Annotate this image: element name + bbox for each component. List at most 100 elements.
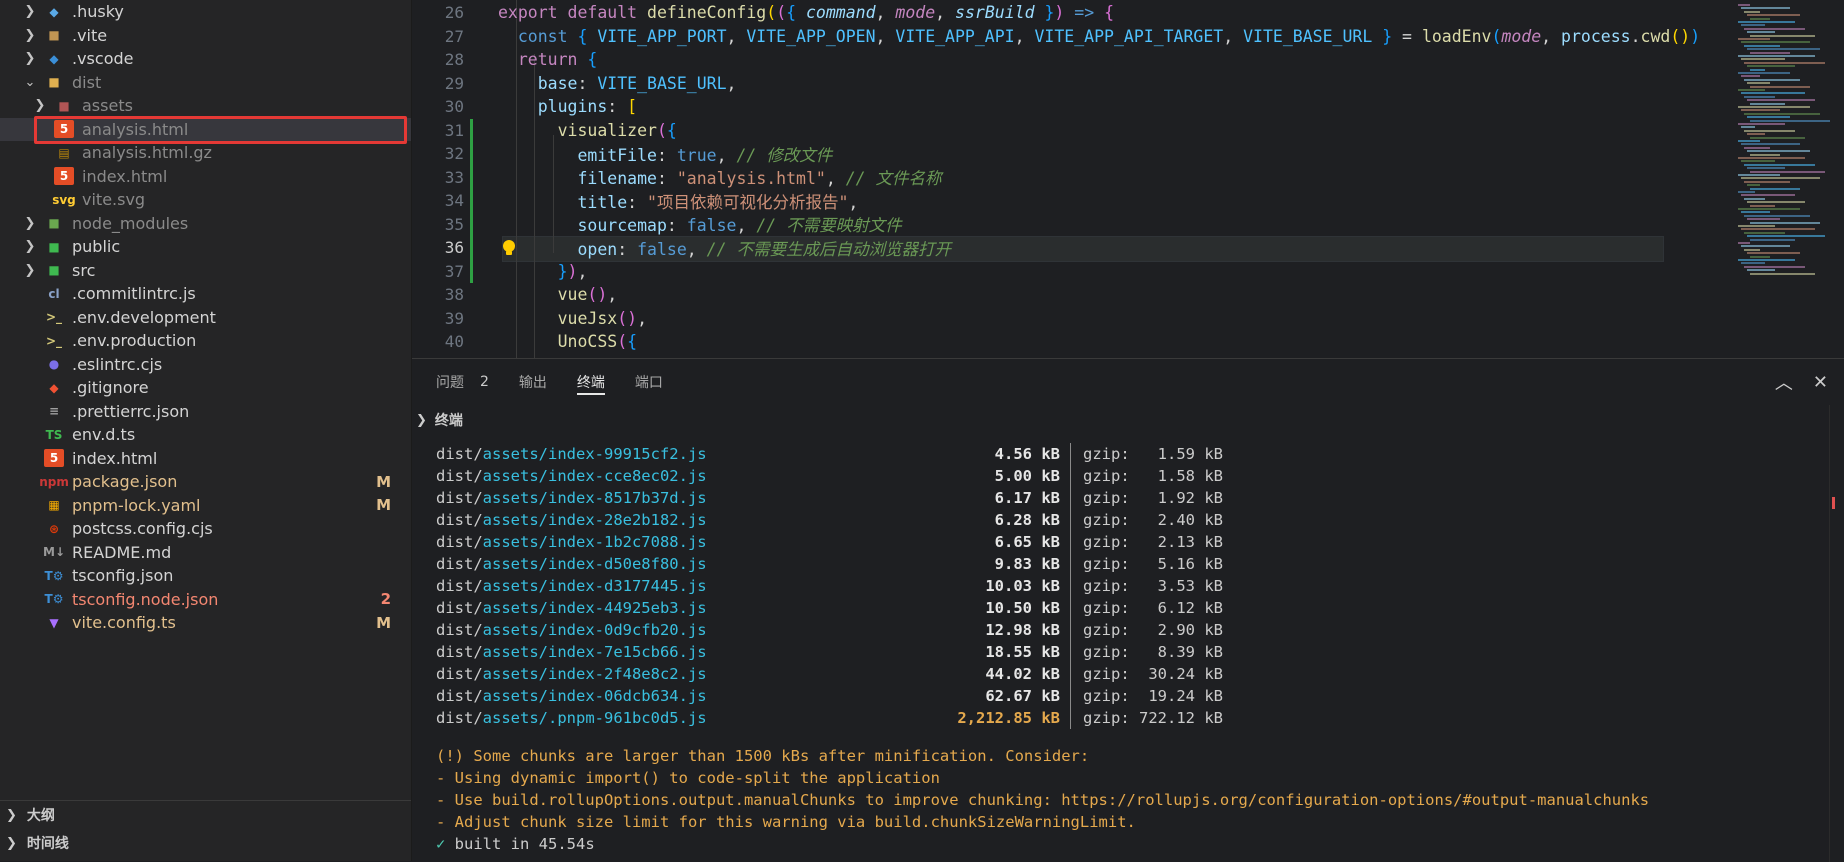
file-item[interactable]: >_ .env.production [0, 329, 411, 353]
file-size: 6.28 kB [994, 511, 1060, 529]
minimap-line [1750, 238, 1795, 241]
code-token: // 不需要生成后自动浏览器打开 [706, 239, 951, 259]
gzip-size: gzip: 1.92 kB [1083, 489, 1223, 507]
file-item[interactable]: ▤ analysis.html.gz [0, 141, 411, 165]
terminal-header[interactable]: ❯ 终端 [412, 405, 1844, 435]
code-line[interactable]: 30 plugins: [ [412, 95, 1712, 119]
code-line[interactable]: 35 sourcemap: false, // 不需要映射文件 [412, 213, 1712, 237]
tab-ports[interactable]: 端口 [635, 359, 663, 405]
folder-item[interactable]: ❯ ■ .vite [0, 24, 411, 48]
minimap-line [1744, 61, 1825, 64]
code-editor[interactable]: 26 export default defineConfig(({ command… [412, 0, 1844, 358]
build-output-row: dist/assets/index-2f48e8c2.js 44.02 kB gzi… [436, 663, 1816, 685]
code-line[interactable]: 33 filename: "analysis.html", // 文件名称 [412, 166, 1712, 190]
code-line[interactable]: 39 vueJsx(), [412, 307, 1712, 331]
code-line[interactable]: 32 emitFile: true, // 修改文件 [412, 142, 1712, 166]
terminal-scrollbar[interactable] [1829, 405, 1844, 862]
tab-output[interactable]: 输出 [519, 359, 547, 405]
code-line[interactable]: 34 title: "项目依赖可视化分析报告", [412, 189, 1712, 213]
gzip-size: gzip: 2.40 kB [1083, 511, 1223, 529]
file-path: dist/assets/index-06dcb634.js [436, 687, 936, 705]
code-token: VITE_BASE_URL [1243, 26, 1373, 46]
chevron-right-icon: ❯ [24, 262, 36, 278]
panel-tabs: 问题 2 输出 终端 端口 [412, 359, 1844, 405]
file-item[interactable]: ▦ pnpm-lock.yaml M [0, 494, 411, 518]
file-item[interactable]: ⊛ postcss.config.cjs [0, 517, 411, 541]
folder-item[interactable]: ❯ ■ assets [0, 94, 411, 118]
code-line[interactable]: 38 vue(), [412, 283, 1712, 307]
minimap-line [1741, 7, 1790, 10]
file-item[interactable]: ● .eslintrc.cjs [0, 353, 411, 377]
file-item[interactable]: 5 index.html [0, 447, 411, 471]
line-number: 36 [444, 238, 464, 258]
maximize-panel-icon[interactable]: ︿ [1775, 369, 1793, 395]
file-item[interactable]: >_ .env.development [0, 306, 411, 330]
dist-folder-icon: ■ [48, 75, 60, 90]
folder-item[interactable]: ❯ ◆ .husky [0, 0, 411, 24]
tab-terminal[interactable]: 终端 [576, 359, 605, 405]
file-item[interactable]: ◆ .gitignore [0, 376, 411, 400]
folder-item[interactable]: ❯ ■ src [0, 259, 411, 283]
file-item[interactable]: cl .commitlintrc.js [0, 282, 411, 306]
code-line[interactable]: 27 const { VITE_APP_PORT, VITE_APP_OPEN,… [412, 25, 1712, 49]
build-output-row: dist/assets/index-0d9cfb20.js 12.98 kB gzi… [436, 619, 1816, 641]
tab-problems[interactable]: 问题 2 [436, 359, 489, 405]
minimap-line [1747, 184, 1760, 187]
folder-item[interactable]: ❯ ■ public [0, 235, 411, 259]
chevron-right-icon: ❯ [34, 98, 46, 114]
minimap[interactable] [1730, 0, 1844, 358]
file-item[interactable]: svg vite.svg [0, 188, 411, 212]
file-item[interactable]: T⚙ tsconfig.node.json 2 [0, 588, 411, 612]
file-item[interactable]: 5 index.html [0, 165, 411, 189]
column-separator [1070, 597, 1071, 619]
terminal-output[interactable]: dist/assets/index-99915cf2.js 4.56 kB gzip… [436, 443, 1816, 857]
code-token: , [607, 285, 618, 305]
code-token: // 文件名称 [845, 169, 942, 189]
minimap-line [1741, 177, 1820, 180]
minimap-line [1738, 55, 1815, 57]
code-line[interactable]: 40 UnoCSS({ [412, 330, 1712, 354]
code-line[interactable]: 26 export default defineConfig(({ command… [412, 1, 1712, 25]
close-icon[interactable]: ✕ [1813, 372, 1828, 393]
file-item[interactable]: npm package.json M [0, 470, 411, 494]
code-line[interactable]: 31 visualizer({ [412, 119, 1712, 143]
column-separator [1070, 531, 1071, 553]
code-line[interactable]: 36 open: false, // 不需要生成后自动浏览器打开 [412, 236, 1712, 260]
code-line[interactable]: 28 return { [412, 48, 1712, 72]
path-prefix: dist/ [436, 577, 483, 595]
code-line[interactable]: 37 }), [412, 260, 1712, 284]
vite-file-icon: ▼ [49, 615, 59, 630]
code-token: mode [1501, 26, 1542, 46]
folder-item[interactable]: ❯ ◆ .vscode [0, 47, 411, 71]
timeline-section[interactable]: ❯ 时间线 [0, 829, 411, 857]
minimap-line [1744, 197, 1765, 200]
code-line[interactable]: 29 base: VITE_BASE_URL, [412, 72, 1712, 96]
file-item[interactable]: ▼ vite.config.ts M [0, 611, 411, 635]
path-prefix: dist/ [436, 621, 483, 639]
minimap-line [1750, 153, 1780, 156]
minimap-line [1744, 95, 1775, 98]
file-item[interactable]: TS env.d.ts [0, 423, 411, 447]
file-size: 12.98 kB [985, 621, 1060, 639]
line-number: 34 [444, 191, 464, 211]
chevron-right-icon: ❯ [6, 835, 17, 851]
file-item[interactable]: T⚙ tsconfig.json [0, 564, 411, 588]
sidebar-bottom-sections: ❯ 大纲 ❯ 时间线 [0, 800, 411, 861]
code-token: () [587, 285, 608, 305]
folder-item[interactable]: ⌄ ■ dist [0, 71, 411, 95]
gzip-size: gzip: 2.90 kB [1083, 621, 1223, 639]
outline-section[interactable]: ❯ 大纲 [0, 801, 411, 829]
chevron-down-icon: ⌄ [24, 74, 36, 90]
minimap-line [1747, 252, 1800, 255]
file-item[interactable]: ≡ .prettierrc.json [0, 400, 411, 424]
file-item[interactable]: M↓ README.md [0, 541, 411, 565]
code-token: , [726, 26, 747, 46]
code-token: ) [567, 261, 578, 281]
line-number: 33 [444, 167, 464, 187]
item-label: .husky [72, 2, 124, 22]
folder-item[interactable]: ❯ ■ node_modules [0, 212, 411, 236]
minimap-line [1741, 75, 1760, 78]
